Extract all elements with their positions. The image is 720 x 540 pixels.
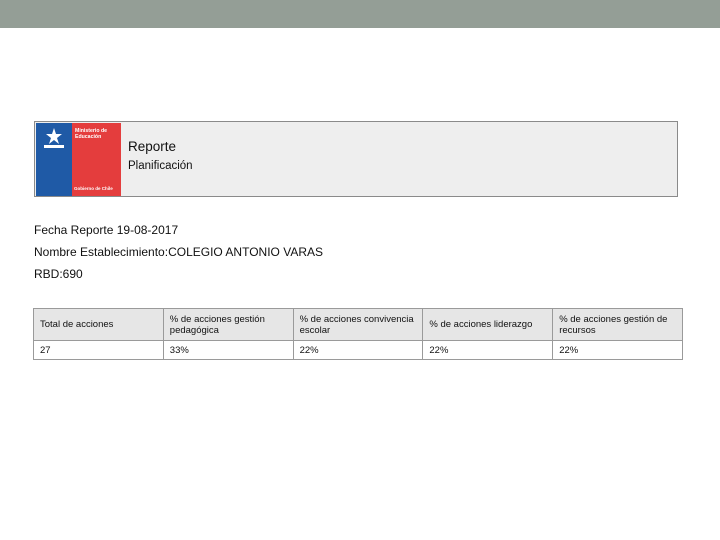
report-subtitle: Planificación	[128, 160, 193, 172]
top-bar	[0, 0, 720, 28]
col-coexistence: % de acciones convivencia escolar	[292, 308, 424, 341]
table-header-row: Total de acciones % de acciones gestión …	[33, 308, 683, 341]
cell-leadership: 22%	[422, 340, 554, 360]
rbd-value: 690	[62, 267, 83, 281]
cell-resources: 22%	[552, 340, 683, 360]
col-leadership: % de acciones liderazgo	[422, 308, 554, 341]
rbd-label: RBD:	[34, 267, 63, 281]
cell-pedagogical: 33%	[162, 340, 294, 360]
coat-of-arms-icon	[44, 128, 64, 148]
table-row: 27 33% 22% 22% 22%	[33, 340, 683, 360]
col-pedagogical: % de acciones gestión pedagógica	[162, 308, 294, 341]
mineduc-logo: Ministerio de Educación Gobierno de Chil…	[36, 123, 121, 196]
government-label: Gobierno de Chile	[74, 186, 113, 191]
cell-coexistence: 22%	[292, 340, 424, 360]
actions-summary-table: Total de acciones % de acciones gestión …	[33, 308, 683, 360]
col-total-actions: Total de acciones	[33, 308, 164, 341]
report-date-line: Fecha Reporte 19-08-2017	[34, 223, 178, 237]
report-date-value: 19-08-2017	[116, 223, 179, 237]
report-title: Reporte	[128, 139, 177, 154]
report-date-label: Fecha Reporte	[34, 223, 114, 237]
rbd-line: RBD:690	[34, 267, 83, 281]
school-name: COLEGIO ANTONIO VARAS	[168, 245, 323, 259]
col-resources: % de acciones gestión de recursos	[552, 308, 683, 341]
report-header: Ministerio de Educación Gobierno de Chil…	[34, 121, 678, 197]
ministry-label: Ministerio de Educación	[75, 128, 107, 140]
school-line: Nombre Establecimiento:COLEGIO ANTONIO V…	[34, 245, 323, 259]
cell-total-actions: 27	[33, 340, 164, 360]
school-label: Nombre Establecimiento:	[34, 245, 169, 259]
